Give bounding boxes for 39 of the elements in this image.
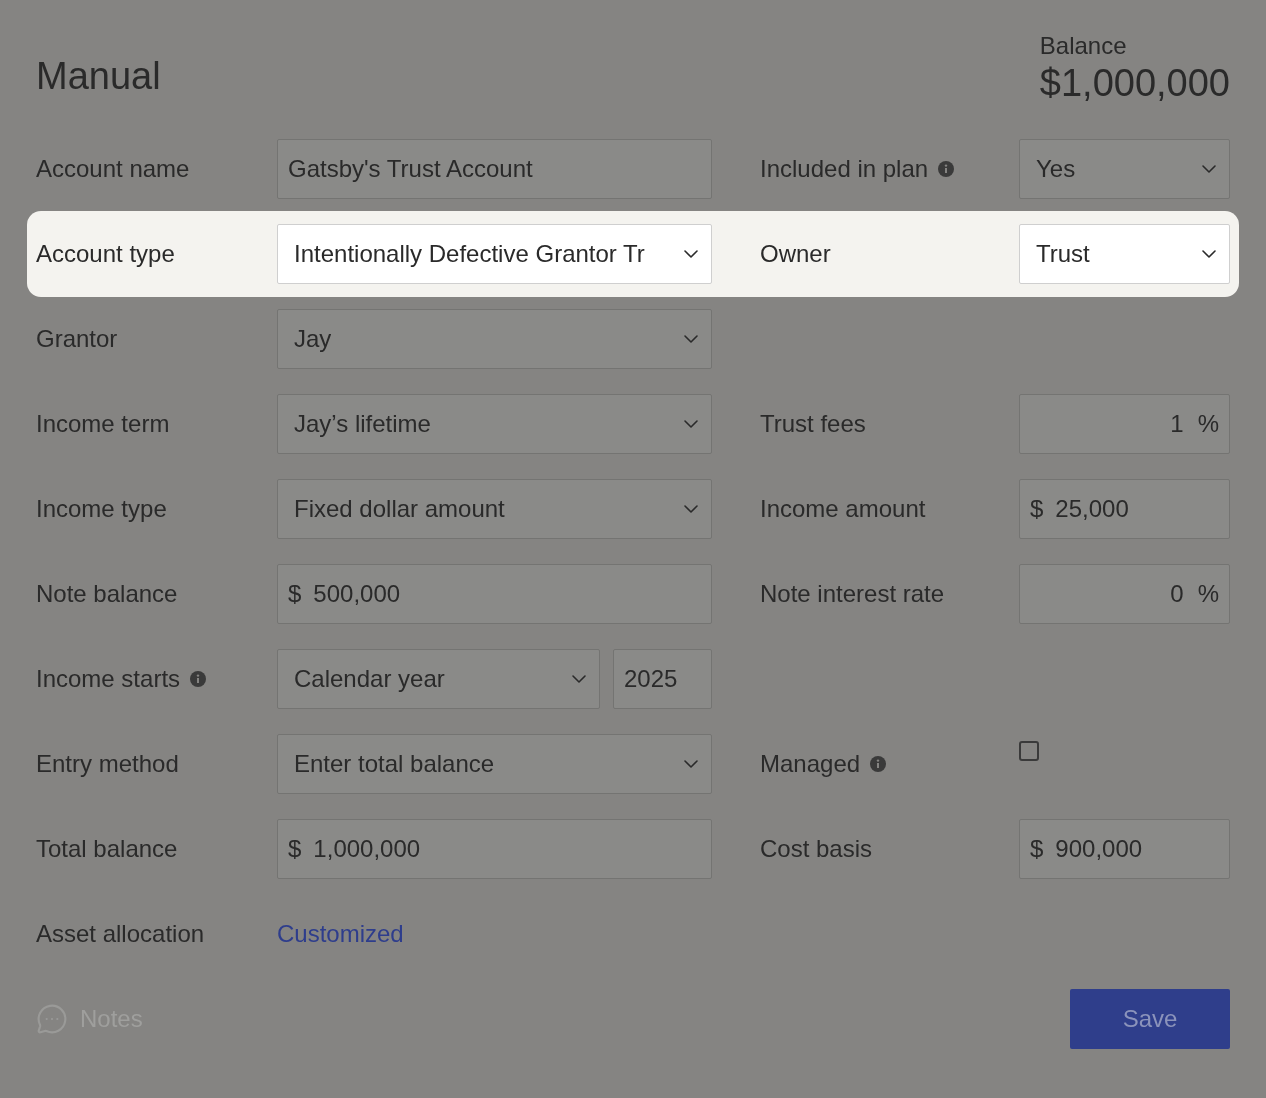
checkbox[interactable] [1019,741,1039,761]
currency-field[interactable]: $ 25,000 [1019,479,1230,539]
field-label: Included in plan [760,154,929,184]
field-label: Trust fees [760,409,866,439]
field-label: Asset allocation [36,919,205,949]
field-label: Entry method [36,749,179,779]
percent-field[interactable]: 1 % [1019,394,1230,454]
currency-field[interactable]: $ 500,000 [277,564,712,624]
field-label: Account type [36,239,175,269]
balance-value: $1,000,000 [1039,61,1230,106]
field-label: Total balance [36,834,178,864]
field-label: Cost basis [760,834,873,864]
page-title: Manual [36,54,161,99]
save-button[interactable]: Save [1070,989,1230,1049]
field-label: Owner [760,239,831,269]
year-field[interactable]: 2025 [613,649,712,709]
select-field[interactable]: Fixed dollar amount [277,479,712,539]
currency-field[interactable]: $ 900,000 [1019,819,1230,879]
balance-label: Balance [1039,32,1128,60]
select-field[interactable]: Intentionally Defective Grantor Tr [277,224,712,284]
select-field[interactable]: Enter total balance [277,734,712,794]
field-label: Managed [760,749,861,779]
field-label: Income type [36,494,167,524]
field-label: Grantor [36,324,118,354]
field-label: Account name [36,154,190,184]
select-field[interactable]: Trust [1019,224,1230,284]
select-field[interactable]: Jay [277,309,712,369]
customized-link[interactable]: Customized [277,916,404,952]
select-field[interactable]: Yes [1019,139,1230,199]
select-field[interactable]: Jay’s lifetime [277,394,712,454]
currency-field[interactable]: $ 1,000,000 [277,819,712,879]
select-field[interactable]: Calendar year [277,649,600,709]
field-label: Income starts [36,664,181,694]
field-label: Note balance [36,579,178,609]
percent-field[interactable]: 0 % [1019,564,1230,624]
field-label: Income term [36,409,170,439]
field-label: Note interest rate [760,579,945,609]
field-label: Income amount [760,494,926,524]
text-field[interactable]: Gatsby's Trust Account [277,139,712,199]
